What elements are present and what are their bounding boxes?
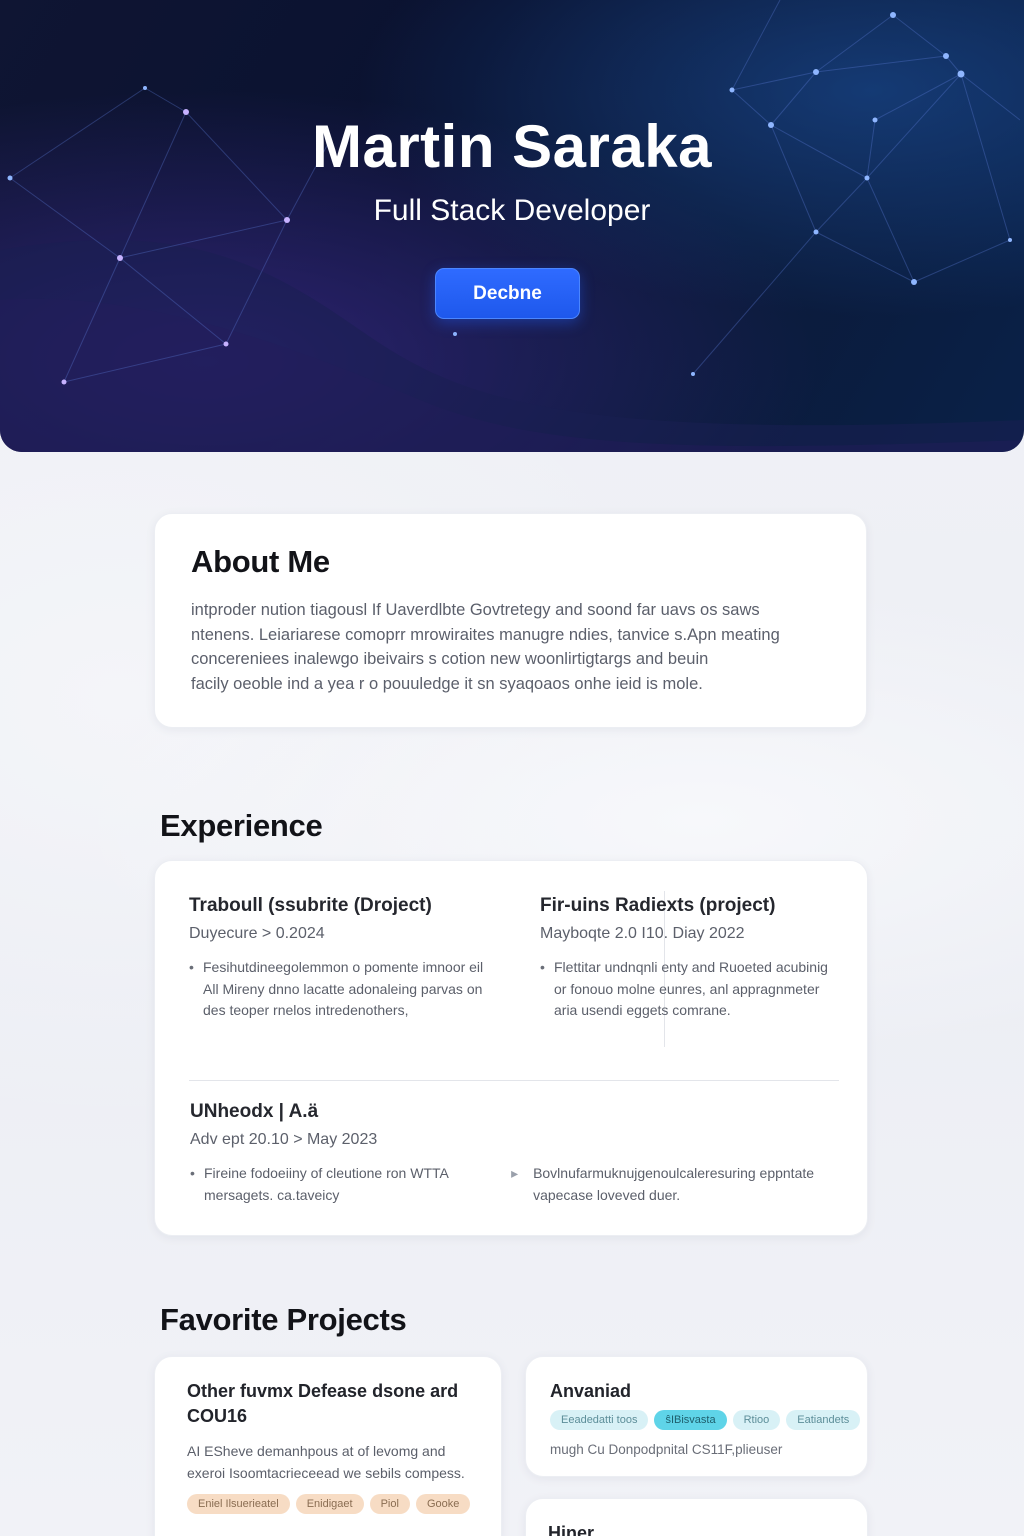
job-bullets-row: Fireine fodoeiiny of cleutione ron WTTA … [190, 1149, 840, 1206]
project-tag: Piol [369, 1494, 410, 1514]
project-title: Other fuvmx Defease dsone ard COU16 [187, 1381, 459, 1426]
project-tag: Rtioo [732, 1410, 781, 1430]
project-tag: ŝIBisvasta [654, 1410, 727, 1430]
project-card[interactable]: Other fuvmx Defease dsone ard COU16 AI E… [154, 1356, 502, 1536]
job-entry: UNheodx | A.ä Adv ept 20.10 > May 2023 F… [190, 1101, 840, 1206]
about-card: About Me intproder nution tiagousl If Ua… [154, 513, 867, 728]
about-title: About Me [191, 544, 330, 579]
job-date: Adv ept 20.10 > May 2023 [190, 1131, 378, 1148]
experience-card: Traboull (ssubrite (Droject) Duyecure > … [154, 860, 868, 1236]
about-line: facily oeoble ind a yea r o pouuledge it… [191, 674, 703, 693]
hero-cta-button[interactable]: Decbne [435, 268, 580, 319]
project-tag: Eniel Ilsuerieatel [187, 1494, 290, 1514]
project-title: Hiner [548, 1523, 595, 1536]
job-date: Duyecure > 0.2024 [189, 925, 325, 942]
project-tag: Eatiandets [786, 1410, 861, 1430]
project-card[interactable]: Anvaniad Eeadedatti toos ŝIBisvasta Rtio… [525, 1356, 868, 1477]
project-card[interactable]: Hiner [525, 1498, 868, 1536]
job-title: Fir-uins Radiexts (project) [540, 895, 776, 916]
job-bullet: Fireine fodoeiiny of cleutione ron WTTA … [190, 1163, 479, 1206]
project-tags: Eniel Ilsuerieatel Enidigaet Piol Gooke [187, 1494, 471, 1514]
project-tags: Eeadedatti toos ŝIBisvasta Rtioo Eatiand… [550, 1410, 861, 1430]
about-line: intproder nution tiagousl If Uaverdlbte … [191, 601, 760, 619]
job-title: Traboull (ssubrite (Droject) [189, 895, 432, 916]
experience-title: Experience [160, 808, 323, 843]
job-date: Mayboqte 2.0 I10. Diay 2022 [540, 925, 745, 942]
job-entry: Fir-uins Radiexts (project) Mayboqte 2.0… [540, 895, 835, 1022]
project-tag: Enidigaet [295, 1494, 364, 1514]
job-bullet: Flettitar undnqnli enty and Ruoeted acub… [540, 957, 835, 1022]
hero-name: Martin Saraka [311, 113, 712, 180]
job-entry: Traboull (ssubrite (Droject) Duyecure > … [189, 895, 489, 1022]
project-description: AI ESheve demanhpous at of levomg and ex… [187, 1443, 465, 1481]
project-title: Anvaniad [550, 1381, 632, 1401]
job-bullet: Bovlnufarmuknujgenoulcaleresuring eppnta… [511, 1163, 840, 1206]
project-tag: Eeadedatti toos [550, 1410, 649, 1430]
about-text: intproder nution tiagousl If Uaverdlbte … [191, 598, 830, 696]
about-line: ntenens. Leiariarese comoprr mrowiraites… [191, 625, 780, 644]
about-line: concereniees inalewgo ibeivairs s cotion… [191, 650, 709, 669]
project-tag: Gooke [415, 1494, 471, 1514]
job-bullet: Fesihutdineegolemmon o pomente imnoor ei… [189, 957, 489, 1022]
row-divider [189, 1080, 839, 1081]
projects-title: Favorite Projects [160, 1302, 407, 1337]
hero-role: Full Stack Developer [373, 194, 651, 227]
hero-banner: Martin Saraka Full Stack Developer Decbn… [0, 0, 1024, 452]
job-title: UNheodx | A.ä [190, 1101, 319, 1122]
project-meta: mugh Cu Donpodpnital CS11F,plieuser [550, 1442, 783, 1457]
